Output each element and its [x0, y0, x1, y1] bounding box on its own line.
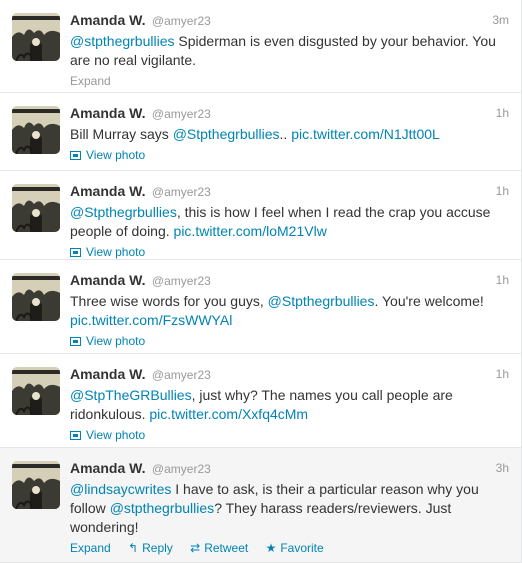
tweet-header: Amanda W. @amyer23 — [70, 364, 509, 384]
text-segment: Three wise words for you guys, — [70, 293, 268, 309]
view-photo-link[interactable]: View photo — [70, 146, 145, 164]
mention-link[interactable]: @Stpthegrbullies — [173, 126, 280, 142]
view-photo-label: View photo — [86, 245, 146, 259]
tweet-text: @stpthegrbullies Spiderman is even disgu… — [70, 32, 509, 70]
user-handle[interactable]: @amyer23 — [152, 462, 211, 476]
pic-link[interactable]: pic.twitter.com/Xxfq4cMm — [149, 406, 308, 422]
view-photo-link[interactable]: View photo — [70, 243, 145, 261]
user-handle[interactable]: @amyer23 — [152, 107, 211, 121]
text-segment: Bill Murray says — [70, 126, 173, 142]
text-segment: .. — [279, 126, 292, 142]
star-icon: ★ — [265, 541, 277, 555]
tweet-header: Amanda W. @amyer23 — [70, 181, 509, 201]
user-name[interactable]: Amanda W. — [70, 272, 145, 288]
retweet-label: Retweet — [204, 541, 249, 555]
tweet[interactable]: Amanda W. @amyer23 1h @StpTheGRBullies, … — [0, 354, 521, 448]
mention-link[interactable]: @lindsaycwrites — [70, 481, 171, 497]
tweet[interactable]: Amanda W. @amyer23 1h @Stpthegrbullies, … — [0, 171, 521, 260]
mention-link[interactable]: @stpthegrbullies — [110, 500, 215, 516]
tweet-actions: View photo — [70, 332, 509, 350]
tweet-text: @Stpthegrbullies, this is how I feel whe… — [70, 203, 509, 241]
photo-icon — [70, 431, 81, 440]
tweet-actions: View photo — [70, 243, 509, 261]
avatar[interactable] — [12, 273, 60, 321]
tweet-actions: Expand — [70, 72, 509, 90]
user-name[interactable]: Amanda W. — [70, 366, 145, 382]
timestamp[interactable]: 3m — [492, 10, 509, 30]
tweet-text: Three wise words for you guys, @Stpthegr… — [70, 292, 509, 330]
pic-link[interactable]: pic.twitter.com/N1Jtt00L — [291, 126, 440, 142]
user-handle[interactable]: @amyer23 — [152, 274, 211, 288]
tweet-header: Amanda W. @amyer23 — [70, 270, 509, 290]
tweet-text: @lindsaycwrites I have to ask, is their … — [70, 480, 509, 537]
user-name[interactable]: Amanda W. — [70, 105, 145, 121]
avatar[interactable] — [12, 106, 60, 154]
view-photo-link[interactable]: View photo — [70, 332, 145, 350]
tweet-header: Amanda W. @amyer23 — [70, 103, 509, 123]
tweet-actions: View photo — [70, 426, 509, 444]
tweet-header: Amanda W. @amyer23 — [70, 10, 509, 30]
avatar[interactable] — [12, 461, 60, 509]
view-photo-label: View photo — [86, 428, 146, 442]
expand-link[interactable]: Expand — [70, 539, 111, 557]
reply-button[interactable]: ↰ Reply — [128, 539, 173, 557]
user-name[interactable]: Amanda W. — [70, 12, 145, 28]
timestamp[interactable]: 1h — [496, 181, 509, 201]
mention-link[interactable]: @stpthegrbullies — [70, 33, 175, 49]
timestamp[interactable]: 1h — [496, 103, 509, 123]
view-photo-link[interactable]: View photo — [70, 426, 145, 444]
user-handle[interactable]: @amyer23 — [152, 14, 211, 28]
retweet-button[interactable]: ⇄ Retweet — [190, 539, 248, 557]
tweet-actions: View photo — [70, 146, 509, 164]
tweet[interactable]: Amanda W. @amyer23 3m @stpthegrbullies S… — [0, 0, 521, 93]
tweet[interactable]: Amanda W. @amyer23 1h Bill Murray says @… — [0, 93, 521, 171]
retweet-icon: ⇄ — [190, 541, 201, 555]
photo-icon — [70, 248, 81, 257]
view-photo-label: View photo — [86, 334, 146, 348]
user-name[interactable]: Amanda W. — [70, 183, 145, 199]
tweet-text: @StpTheGRBullies, just why? The names yo… — [70, 386, 509, 424]
timestamp[interactable]: 1h — [496, 364, 509, 384]
user-name[interactable]: Amanda W. — [70, 460, 145, 476]
timestamp[interactable]: 1h — [496, 270, 509, 290]
mention-link[interactable]: @StpTheGRBullies — [70, 387, 192, 403]
mention-link[interactable]: @Stpthegrbullies — [268, 293, 375, 309]
tweet-actions: Expand ↰ Reply ⇄ Retweet ★ Favorite — [70, 539, 509, 557]
tweet-text: Bill Murray says @Stpthegrbullies.. pic.… — [70, 125, 509, 144]
tweet-header: Amanda W. @amyer23 — [70, 458, 509, 478]
favorite-label: Favorite — [280, 541, 324, 555]
favorite-button[interactable]: ★ Favorite — [266, 539, 324, 557]
tweet[interactable]: Amanda W. @amyer23 1h Three wise words f… — [0, 260, 521, 354]
photo-icon — [70, 151, 81, 160]
avatar[interactable] — [12, 367, 60, 415]
tweet-hovered[interactable]: Amanda W. @amyer23 3h @lindsaycwrites I … — [0, 448, 521, 563]
pic-link[interactable]: pic.twitter.com/FzsWWYAl — [70, 312, 232, 328]
expand-link[interactable]: Expand — [70, 74, 111, 88]
avatar[interactable] — [12, 184, 60, 232]
user-handle[interactable]: @amyer23 — [152, 185, 211, 199]
reply-arrow-icon: ↰ — [128, 541, 139, 555]
pic-link[interactable]: pic.twitter.com/loM21Vlw — [174, 223, 327, 239]
text-segment: . You're welcome! — [374, 293, 484, 309]
user-handle[interactable]: @amyer23 — [152, 368, 211, 382]
timestamp[interactable]: 3h — [496, 458, 509, 478]
photo-icon — [70, 337, 81, 346]
view-photo-label: View photo — [86, 148, 146, 162]
timeline: Amanda W. @amyer23 3m @stpthegrbullies S… — [0, 0, 522, 563]
mention-link[interactable]: @Stpthegrbullies — [70, 204, 177, 220]
avatar[interactable] — [12, 13, 60, 61]
reply-label: Reply — [142, 541, 173, 555]
